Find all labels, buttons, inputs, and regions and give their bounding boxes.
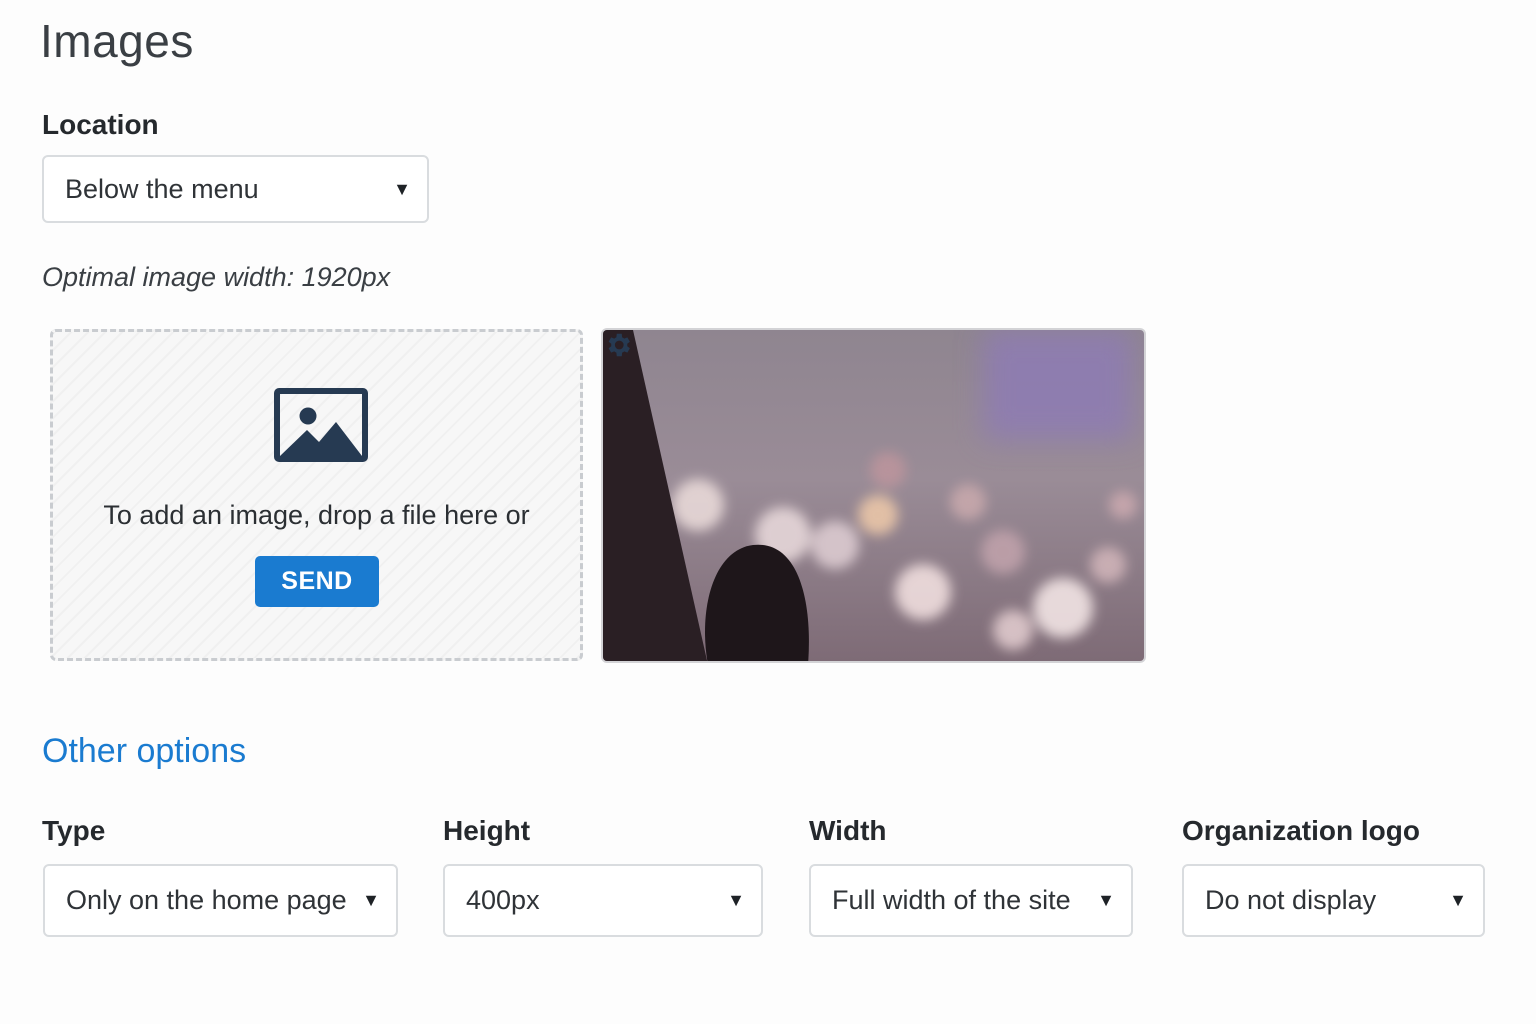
height-select-value: 400px bbox=[466, 885, 540, 915]
images-settings-page: Images Location Below the menu ▼ Optimal… bbox=[0, 0, 1536, 1024]
width-label: Width bbox=[809, 815, 887, 846]
chevron-down-icon: ▼ bbox=[393, 178, 411, 199]
chevron-down-icon: ▼ bbox=[1097, 890, 1115, 910]
chevron-down-icon: ▼ bbox=[727, 890, 745, 910]
dropzone-instructions: To add an image, drop a file here or bbox=[103, 500, 530, 530]
image-preview[interactable] bbox=[601, 328, 1146, 663]
location-select-value: Below the menu bbox=[65, 173, 259, 204]
preview-photo bbox=[603, 330, 1137, 661]
organization-logo-select[interactable]: Do not display ▼ bbox=[1182, 864, 1485, 937]
type-select[interactable]: Only on the home page ▼ bbox=[43, 864, 398, 937]
height-select[interactable]: 400px ▼ bbox=[443, 864, 763, 937]
width-select[interactable]: Full width of the site ▼ bbox=[809, 864, 1133, 937]
organization-logo-select-value: Do not display bbox=[1205, 885, 1377, 915]
height-label: Height bbox=[443, 815, 531, 846]
image-dropzone[interactable]: To add an image, drop a file here or SEN… bbox=[50, 329, 583, 661]
location-select[interactable]: Below the menu ▼ bbox=[42, 155, 429, 223]
gear-icon[interactable] bbox=[603, 330, 633, 360]
width-select-value: Full width of the site bbox=[832, 885, 1071, 915]
page-title: Images bbox=[40, 15, 194, 67]
image-icon bbox=[274, 388, 368, 462]
location-label: Location bbox=[42, 109, 159, 140]
type-select-value: Only on the home page bbox=[66, 885, 347, 915]
chevron-down-icon: ▼ bbox=[362, 890, 380, 910]
other-options-heading: Other options bbox=[42, 732, 247, 770]
chevron-down-icon: ▼ bbox=[1449, 890, 1467, 910]
send-button[interactable]: SEND bbox=[255, 556, 379, 607]
optimal-width-hint: Optimal image width: 1920px bbox=[42, 262, 391, 292]
type-label: Type bbox=[42, 815, 106, 846]
organization-logo-label: Organization logo bbox=[1182, 815, 1420, 846]
